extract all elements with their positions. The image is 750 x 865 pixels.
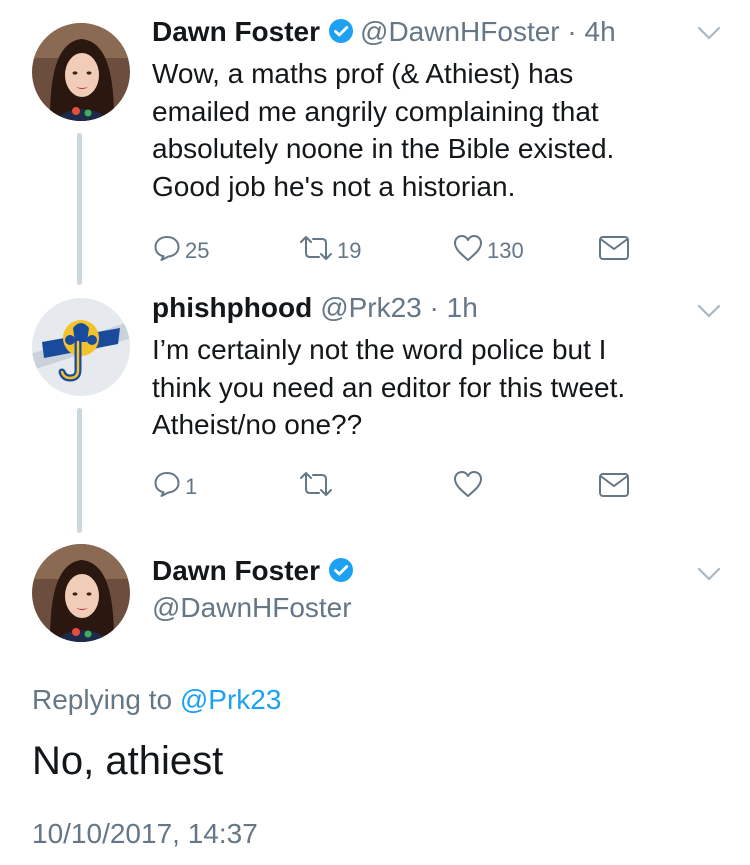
- tweet-timestamp[interactable]: 10/10/2017, 14:37: [32, 818, 258, 850]
- thread-line: [77, 408, 82, 533]
- display-name[interactable]: phishphood: [152, 292, 312, 323]
- main-tweet-text: No, athiest: [32, 739, 224, 783]
- tweet-text-line: Wow, a maths prof (& Athiest) has: [152, 58, 574, 89]
- tweet-text-line: absolutely noone in the Bible existed.: [152, 133, 615, 164]
- direct-message-button[interactable]: [598, 235, 630, 266]
- user-handle[interactable]: @DawnHFoster: [360, 16, 560, 47]
- retweet-icon: [298, 233, 334, 268]
- tweet-time[interactable]: 4h: [585, 16, 616, 47]
- avatar[interactable]: [32, 23, 130, 121]
- reply-button[interactable]: 25: [152, 233, 209, 268]
- tweet-header: phishphood @Prk23 · 1h: [152, 292, 478, 330]
- envelope-icon: [598, 472, 630, 503]
- retweet-button[interactable]: [298, 469, 334, 504]
- user-handle[interactable]: @DawnHFoster: [152, 592, 352, 624]
- retweet-count: 19: [337, 237, 362, 263]
- reply-count: 25: [185, 237, 210, 263]
- chevron-down-icon[interactable]: [697, 567, 721, 586]
- separator-dot: ·: [421, 292, 447, 323]
- reply-count: 1: [185, 473, 198, 499]
- separator-dot: ·: [559, 16, 585, 47]
- replying-to-label: Replying to: [32, 684, 173, 715]
- like-button[interactable]: 130: [452, 233, 524, 268]
- retweet-button[interactable]: 19: [298, 233, 361, 268]
- tweet-text-line: I’m certainly not the word police but I: [152, 334, 607, 365]
- tweet-text: Wow, a maths prof (& Athiest) has emaile…: [152, 55, 614, 205]
- tweet-header: Dawn Foster @DawnHFoster · 4h: [152, 16, 616, 54]
- replying-to-link[interactable]: @Prk23: [180, 684, 282, 715]
- user-handle[interactable]: @Prk23: [320, 292, 422, 323]
- display-name[interactable]: Dawn Foster: [152, 16, 320, 47]
- replying-to: Replying to @Prk23: [32, 684, 281, 716]
- tweet-text-line: think you need an editor for this tweet.: [152, 371, 626, 403]
- avatar[interactable]: [32, 544, 130, 642]
- verified-badge-icon: [328, 557, 354, 588]
- tweet-time[interactable]: 1h: [447, 292, 478, 323]
- direct-message-button[interactable]: [598, 472, 630, 503]
- display-name[interactable]: Dawn Foster: [152, 555, 320, 586]
- avatar[interactable]: [32, 298, 130, 396]
- reply-button[interactable]: 1: [152, 469, 197, 504]
- tweet-text-line: Atheist/no one??: [152, 409, 363, 440]
- envelope-icon: [598, 235, 630, 266]
- like-button[interactable]: [452, 469, 484, 504]
- thread-line: [77, 133, 82, 285]
- tweet-text-line: Good job he's not a historian.: [152, 170, 516, 202]
- like-count: 130: [487, 237, 524, 263]
- chevron-down-icon[interactable]: [697, 304, 721, 323]
- verified-badge-icon: [328, 18, 354, 49]
- heart-icon: [452, 469, 484, 504]
- chevron-down-icon[interactable]: [697, 26, 721, 45]
- main-tweet-name-row: Dawn Foster: [152, 555, 360, 588]
- heart-icon: [452, 233, 484, 268]
- tweet-text-line: emailed me angrily complaining that: [152, 95, 599, 127]
- reply-icon: [152, 469, 182, 504]
- reply-icon: [152, 233, 182, 268]
- retweet-icon: [298, 469, 334, 504]
- tweet-text: I’m certainly not the word police but I …: [152, 331, 625, 444]
